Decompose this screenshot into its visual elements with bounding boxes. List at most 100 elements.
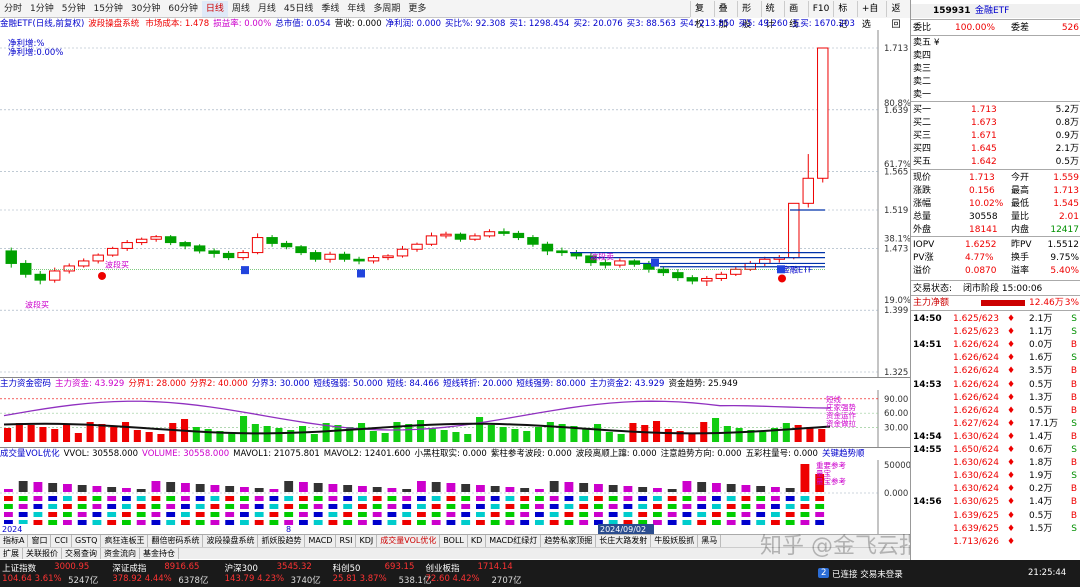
- indicator-tab-15[interactable]: 趋势私家顶掘: [541, 535, 597, 547]
- color-block: [638, 504, 648, 509]
- indicator-tab-16[interactable]: 长庄大路发射: [596, 535, 652, 547]
- period-tab-11[interactable]: 年线: [343, 1, 369, 17]
- extension-tab-2[interactable]: 交易查询: [62, 548, 101, 559]
- extension-tab-4[interactable]: 基金持仓: [140, 548, 179, 559]
- period-tab-5[interactable]: 60分钟: [164, 1, 201, 17]
- index-name-0[interactable]: 上证指数: [2, 562, 36, 574]
- color-block: [535, 520, 544, 525]
- ind1-bar: [145, 432, 153, 442]
- indicator-tab-6[interactable]: 波段操盘系统: [203, 535, 259, 547]
- indicator-tab-3[interactable]: GSTQ: [72, 535, 102, 547]
- tool-button-0[interactable]: 复权: [690, 1, 714, 30]
- indicator-tab-10[interactable]: KDJ: [356, 535, 378, 547]
- indicator-tab-17[interactable]: 牛股妖股抓: [651, 535, 699, 547]
- candle-body: [541, 243, 554, 252]
- indicator-item-5: 短线: 84.466: [386, 379, 440, 389]
- volume-bar: [608, 485, 618, 492]
- price-label-0: 1.713: [884, 44, 908, 54]
- color-block: [505, 512, 515, 517]
- indicator-tab-2[interactable]: CCI: [51, 535, 73, 547]
- period-tab-4[interactable]: 30分钟: [127, 1, 164, 17]
- tool-button-1[interactable]: 叠加: [713, 1, 738, 30]
- tool-button-3[interactable]: 统计: [760, 1, 785, 30]
- tool-button-7[interactable]: +自选: [856, 1, 887, 30]
- period-tab-7[interactable]: 周线: [228, 1, 254, 17]
- ind1-bar: [759, 432, 767, 442]
- indicator-tab-0[interactable]: 指标A: [0, 535, 29, 547]
- extension-tab-0[interactable]: 扩展: [0, 548, 23, 559]
- tick-price: 1.639/625: [953, 523, 999, 534]
- indicator-subtitle[interactable]: 波段操盘系统: [88, 19, 139, 29]
- indicator-title[interactable]: 金融ETF(日线,前复权): [0, 19, 84, 29]
- tool-button-5[interactable]: F10: [807, 1, 834, 17]
- indicator-tab-18[interactable]: 黑马: [698, 535, 722, 547]
- ind1-bar: [487, 425, 495, 442]
- period-tab-1[interactable]: 1分钟: [26, 1, 58, 17]
- indicator-tab-1[interactable]: 窗口: [28, 535, 52, 547]
- extension-tab-1[interactable]: 关联报价: [23, 548, 62, 559]
- candle-body: [527, 237, 539, 245]
- signal-label-2: 波段买: [25, 300, 49, 310]
- tick-price: 1.630/624: [953, 484, 999, 495]
- tool-button-2[interactable]: 形股: [737, 1, 761, 30]
- connection-status[interactable]: 已连接 交易未登录: [832, 568, 903, 580]
- period-tab-10[interactable]: 季线: [317, 1, 343, 17]
- color-block: [48, 512, 58, 517]
- color-block: [299, 504, 308, 509]
- index-name-1[interactable]: 深证成指: [112, 562, 146, 574]
- index-name-4[interactable]: 创业板指: [426, 562, 460, 574]
- indicator-title[interactable]: 主力资金密码: [0, 379, 51, 389]
- buy-vol: 2.1万: [1055, 144, 1079, 154]
- period-tab-6[interactable]: 日线: [201, 0, 228, 17]
- volume-bar: [564, 482, 574, 492]
- tick-row: 1.626/624 ♦ 0.5万 B: [911, 405, 1080, 417]
- indicator-item-6: 短线转折: 20.000: [443, 379, 513, 389]
- volume-bar: [299, 482, 308, 492]
- color-block: [240, 496, 249, 501]
- period-tab-9[interactable]: 45日线: [280, 1, 317, 17]
- indicator-tab-4[interactable]: 疯狂连板王: [101, 535, 149, 547]
- indicator-item-4: 短线强弱: 50.000: [313, 379, 383, 389]
- indicator-tab-13[interactable]: KD: [468, 535, 487, 547]
- period-tab-2[interactable]: 5分钟: [58, 1, 90, 17]
- indicator-tab-14[interactable]: MACD红绿灯: [486, 535, 542, 547]
- indicator-tab-5[interactable]: 翻倍密码系统: [148, 535, 204, 547]
- ind1-bar: [39, 427, 47, 442]
- index-name-3[interactable]: 科创50: [333, 562, 361, 574]
- tick-arrow: ♦: [1007, 458, 1016, 469]
- stock-name[interactable]: 金融ETF: [975, 4, 1009, 18]
- color-block: [771, 496, 780, 501]
- connection-badge[interactable]: 2: [818, 568, 830, 578]
- indicator-tab-11[interactable]: 成交量VOL优化: [377, 535, 441, 547]
- color-block: [63, 496, 72, 501]
- stat-key: 溢价: [913, 266, 932, 276]
- tool-button-4[interactable]: 画线: [784, 1, 808, 30]
- period-tab-8[interactable]: 月线: [254, 1, 280, 17]
- period-tab-12[interactable]: 多周期: [369, 1, 404, 17]
- kline-chart[interactable]: 金融ETF(日线,前复权) 波段操盘系统 市场成本: 1.478 损益率: 0.00%…: [0, 18, 910, 378]
- buy-label: 买二: [913, 118, 932, 128]
- period-tab-13[interactable]: 更多: [404, 1, 430, 17]
- tool-button-8[interactable]: 返回: [886, 1, 910, 30]
- indicator-tab-9[interactable]: RSI: [336, 535, 357, 547]
- indicator-title[interactable]: 成交量VOL优化: [0, 449, 60, 459]
- tool-button-6[interactable]: 标记: [833, 1, 857, 30]
- capital-indicator-panel[interactable]: 主力资金密码 主力资金: 43.929 分界1: 28.000 分界2: 40.000…: [0, 378, 910, 448]
- volume-bar: [667, 489, 677, 492]
- ind2-axis-label-1: 0.000: [884, 489, 908, 499]
- indicator-tab-7[interactable]: 抓妖股趋势: [258, 535, 306, 547]
- extension-tab-3[interactable]: 资金流向: [101, 548, 140, 559]
- index-name-2[interactable]: 沪深300: [225, 562, 258, 574]
- volume-bar: [697, 482, 707, 492]
- color-block: [682, 504, 692, 509]
- candle-body: [34, 273, 46, 281]
- indicator-tab-8[interactable]: MACD: [305, 535, 337, 547]
- ind1-bar: [369, 431, 377, 442]
- period-tab-3[interactable]: 15分钟: [89, 1, 126, 17]
- candle-body: [353, 258, 365, 262]
- buy-row: 买四 1.645 2.1万: [911, 143, 1080, 155]
- volume-indicator-panel[interactable]: 成交量VOL优化 VVOL: 30558.000 VOLUME: 30558.000…: [0, 448, 910, 534]
- color-block: [210, 496, 220, 501]
- indicator-tab-12[interactable]: BOLL: [440, 535, 468, 547]
- period-tab-0[interactable]: 分时: [0, 1, 26, 17]
